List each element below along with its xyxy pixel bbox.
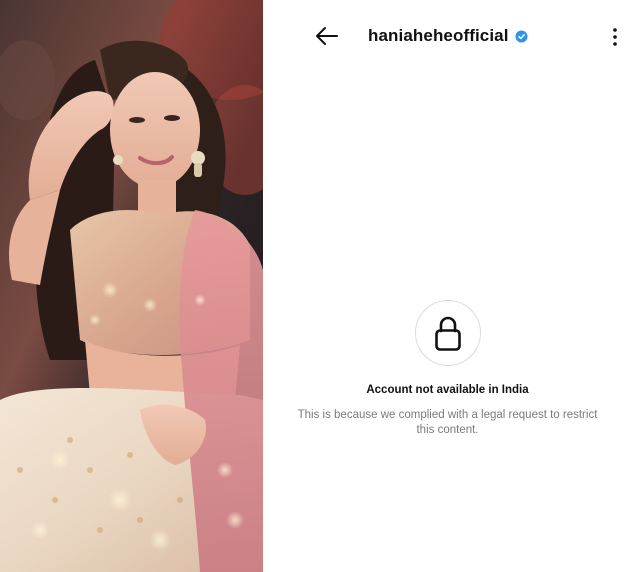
username-container: haniaheheofficial (368, 22, 528, 50)
verified-badge-icon (515, 29, 528, 43)
username[interactable]: haniaheheofficial (368, 26, 509, 46)
more-vertical-icon (613, 28, 617, 46)
profile-header: haniaheheofficial (263, 14, 632, 56)
more-options-button[interactable] (607, 24, 623, 50)
screenshot-frame: haniaheheofficial Account not available … (0, 0, 632, 572)
lock-circle (414, 300, 481, 366)
restricted-notice: Account not available in India This is b… (263, 300, 632, 438)
arrow-left-icon (316, 27, 338, 45)
restricted-title: Account not available in India (366, 384, 529, 396)
restricted-description: This is because we complied with a legal… (297, 409, 598, 436)
lock-icon (434, 316, 461, 351)
profile-screen: haniaheheofficial Account not available … (263, 0, 632, 572)
back-button[interactable] (313, 22, 341, 50)
profile-photo (0, 0, 263, 572)
